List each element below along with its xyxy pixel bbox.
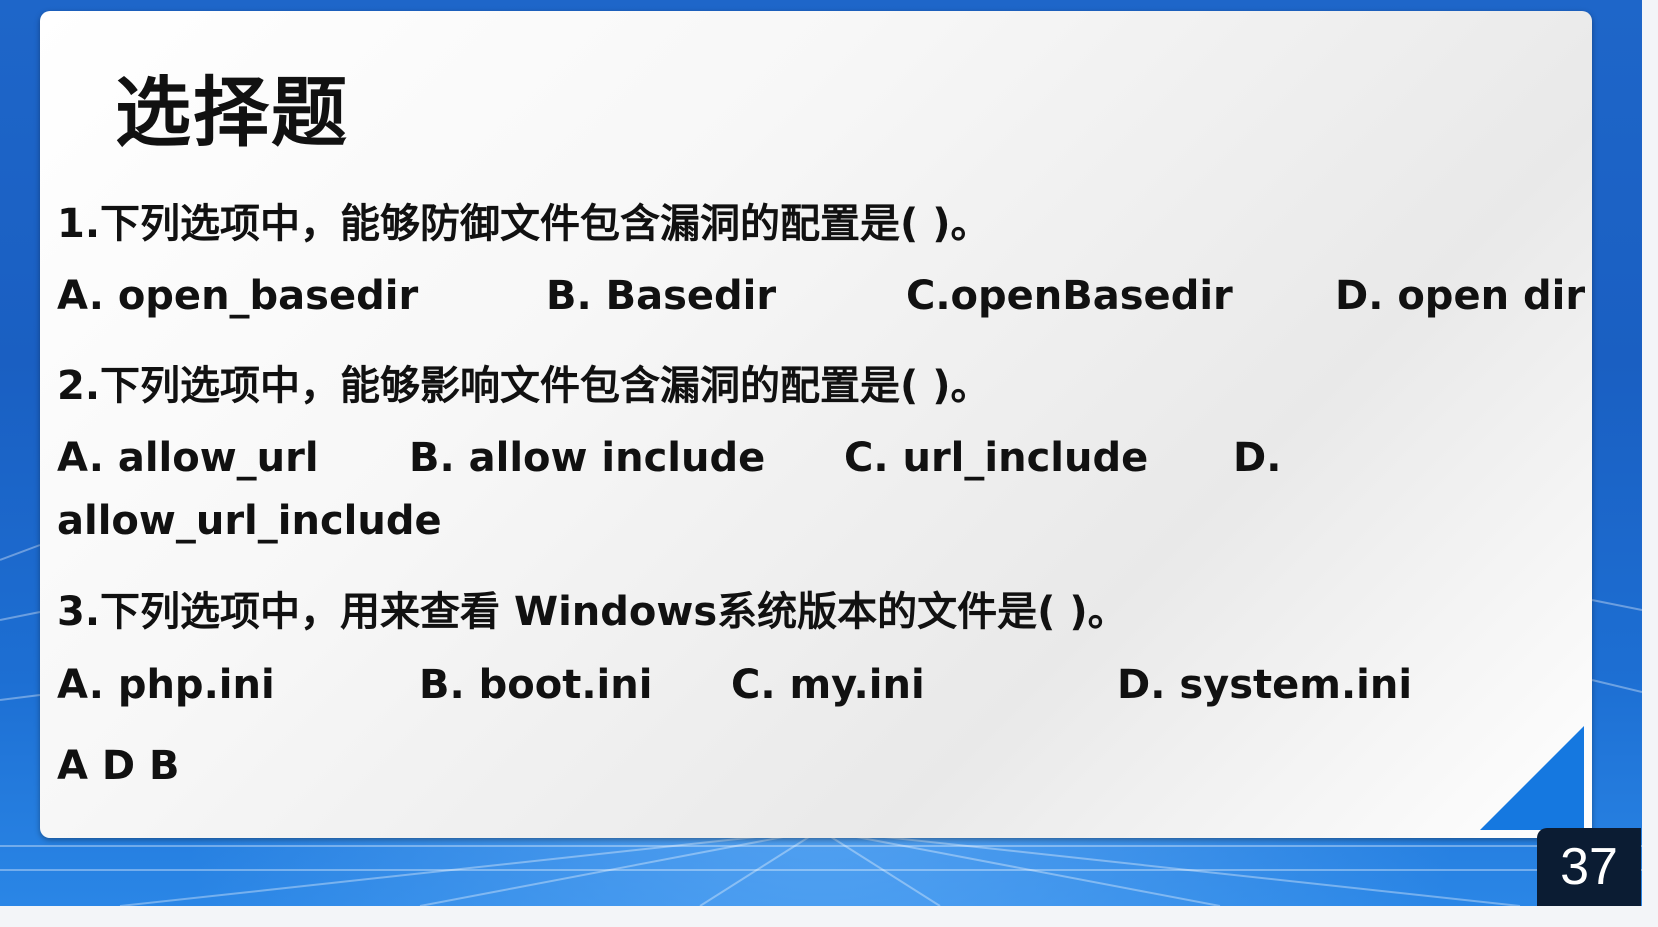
question-2: 2.下列选项中，能够影响文件包含漏洞的配置是( )。 bbox=[57, 363, 991, 409]
question-3-option-c: C. my.ini bbox=[731, 662, 925, 708]
question-3-option-d: D. system.ini bbox=[1117, 662, 1413, 708]
content-card: 选择题 1.下列选项中，能够防御文件包含漏洞的配置是( )。 A. open_b… bbox=[40, 11, 1592, 838]
slide-title: 选择题 bbox=[115, 68, 349, 157]
question-1-option-d: D. open dir bbox=[1335, 273, 1586, 319]
answer-key: A D B bbox=[57, 743, 180, 789]
question-3: 3.下列选项中，用来查看 Windows系统版本的文件是( )。 bbox=[57, 589, 1128, 635]
question-2-option-c: C. url_include bbox=[844, 435, 1149, 481]
question-1-option-a: A. open_basedir bbox=[57, 273, 419, 319]
page-number-badge: 37 bbox=[1537, 828, 1641, 906]
question-2-option-a: A. allow_url bbox=[57, 435, 319, 481]
question-2-option-d-label: D. bbox=[1233, 435, 1282, 481]
question-2-option-b: B. allow include bbox=[409, 435, 766, 481]
slide: 选择题 1.下列选项中，能够防御文件包含漏洞的配置是( )。 A. open_b… bbox=[0, 0, 1642, 906]
question-1-option-c: C.openBasedir bbox=[906, 273, 1233, 319]
question-1: 1.下列选项中，能够防御文件包含漏洞的配置是( )。 bbox=[57, 201, 991, 247]
question-3-option-b: B. boot.ini bbox=[419, 662, 653, 708]
question-2-option-d: allow_url_include bbox=[57, 498, 442, 544]
corner-triangle-decoration bbox=[1480, 726, 1584, 830]
question-3-option-a: A. php.ini bbox=[57, 662, 275, 708]
question-1-option-b: B. Basedir bbox=[546, 273, 777, 319]
